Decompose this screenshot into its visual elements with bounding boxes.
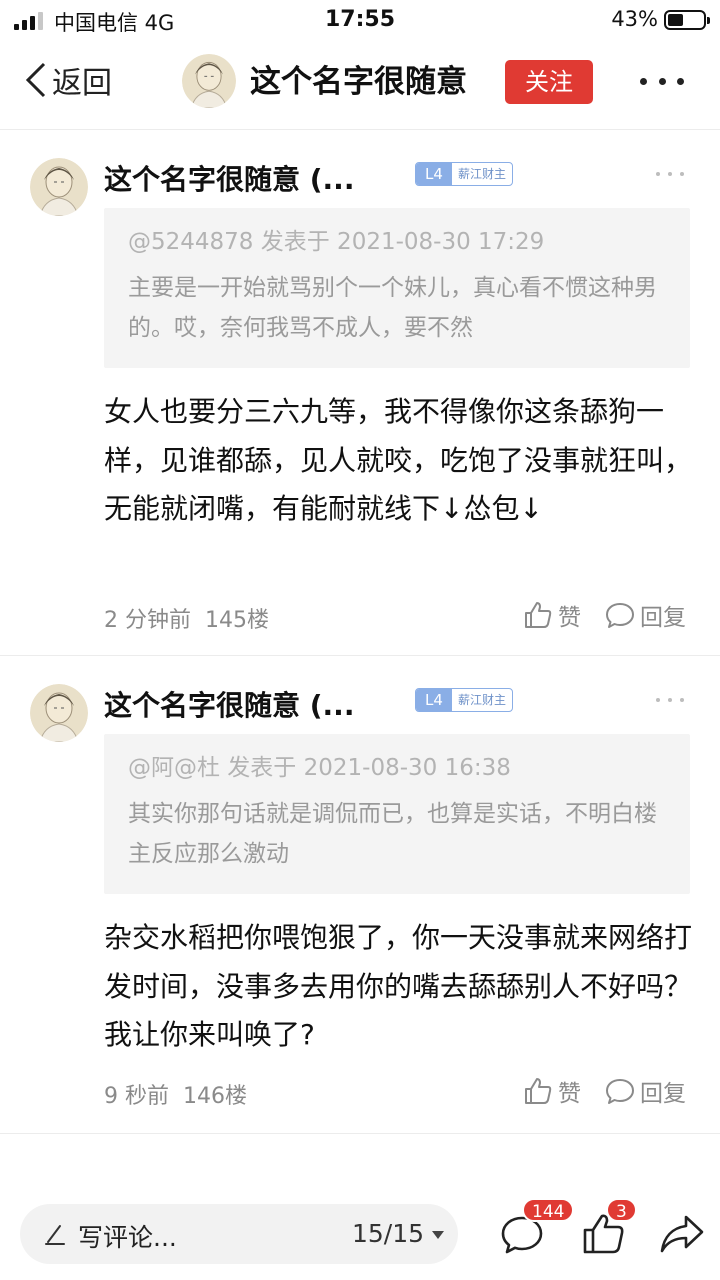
post-floor: 145楼 <box>205 608 269 633</box>
like-button[interactable]: 赞 <box>522 598 581 632</box>
avatar[interactable] <box>30 158 88 216</box>
reply-icon <box>606 603 634 628</box>
page-title: 这个名字很随意 <box>250 64 467 100</box>
battery-percent: 43% <box>611 7 658 31</box>
page-indicator[interactable]: 15/15 <box>352 1219 424 1248</box>
quote-header: @5244878 发表于 2021-08-30 17:29 <box>128 229 545 255</box>
back-chevron-icon <box>25 62 46 98</box>
badge-title: 薪江财主 <box>458 167 507 181</box>
reply-icon <box>606 1079 634 1104</box>
reply-button[interactable]: 回复 <box>604 598 686 632</box>
post-meta: 2 分钟前 145楼 <box>104 602 269 634</box>
like-icon <box>525 1078 552 1104</box>
author-name[interactable]: 这个名字很随意 (... <box>104 158 354 198</box>
level-label: L4 <box>416 163 452 185</box>
reply-post: 这个名字很随意 (... L4 薪江财主 @5244878 发表于 2021-0… <box>0 130 720 656</box>
share-icon <box>660 1215 704 1253</box>
thumbs-up-button[interactable]: 3 <box>580 1198 637 1260</box>
badge-title: 薪江财主 <box>458 693 507 707</box>
more-icon[interactable] <box>640 76 684 86</box>
level-badge: L4 薪江财主 <box>415 162 514 186</box>
post-more-icon[interactable] <box>656 172 684 178</box>
post-time: 9 秒前 <box>104 1084 169 1109</box>
quoted-reply[interactable]: @5244878 发表于 2021-08-30 17:29 主要是一开始就骂别个… <box>104 208 690 368</box>
post-meta: 9 秒前 146楼 <box>104 1078 247 1110</box>
like-button[interactable]: 赞 <box>522 1074 581 1108</box>
follow-button[interactable]: 关注 <box>505 60 593 104</box>
status-bar: 中国电信 4G 17:55 43% <box>0 0 720 40</box>
comment-count-badge: 144 <box>522 1198 575 1222</box>
reply-button[interactable]: 回复 <box>604 1074 686 1108</box>
battery-icon <box>664 10 710 30</box>
reply-label: 回复 <box>640 1081 686 1107</box>
post-more-icon[interactable] <box>656 698 684 704</box>
level-label: L4 <box>416 689 452 711</box>
avatar[interactable] <box>182 54 236 108</box>
comment-input[interactable]: 写评论... 15/15 <box>20 1204 458 1264</box>
back-button[interactable]: 返回 <box>22 58 112 102</box>
pen-icon <box>45 1225 65 1245</box>
post-content: 女人也要分三六九等，我不得像你这条舔狗一样，见谁都舔，见人就咬，吃饱了没事就狂叫… <box>104 395 693 525</box>
avatar[interactable] <box>30 684 88 742</box>
like-icon <box>525 602 552 628</box>
bottom-bar: 写评论... 15/15 144 3 <box>0 1190 720 1280</box>
quote-text: 主要是一开始就骂别个一个妹儿，真心看不惯这种男的。哎，奈何我骂不成人，要不然 <box>128 275 657 341</box>
like-label: 赞 <box>558 605 581 631</box>
level-badge: L4 薪江财主 <box>415 688 514 712</box>
reply-label: 回复 <box>640 605 686 631</box>
back-label: 返回 <box>52 66 112 101</box>
post-time: 2 分钟前 <box>104 608 191 633</box>
post-floor: 146楼 <box>183 1084 247 1109</box>
like-label: 赞 <box>558 1081 581 1107</box>
reply-post: 这个名字很随意 (... L4 薪江财主 @阿@杜 发表于 2021-08-30… <box>0 656 720 1134</box>
comment-placeholder: 写评论... <box>78 1223 177 1252</box>
post-content: 杂交水稻把你喂饱狠了，你一天没事就来网络打发时间，没事多去用你的嘴去舔舔别人不好… <box>104 921 693 1051</box>
quote-text: 其实你那句话就是调侃而已，也算是实话，不明白楼主反应那么激动 <box>128 801 657 867</box>
chevron-down-icon[interactable] <box>432 1231 444 1239</box>
nav-bar: 返回 这个名字很随意 关注 <box>0 40 720 130</box>
share-button[interactable] <box>658 1212 706 1260</box>
author-name[interactable]: 这个名字很随意 (... <box>104 684 354 724</box>
comment-button[interactable]: 144 <box>498 1198 575 1260</box>
quote-header: @阿@杜 发表于 2021-08-30 16:38 <box>128 755 511 781</box>
like-count-badge: 3 <box>606 1198 637 1222</box>
quoted-reply[interactable]: @阿@杜 发表于 2021-08-30 16:38 其实你那句话就是调侃而已，也… <box>104 734 690 894</box>
